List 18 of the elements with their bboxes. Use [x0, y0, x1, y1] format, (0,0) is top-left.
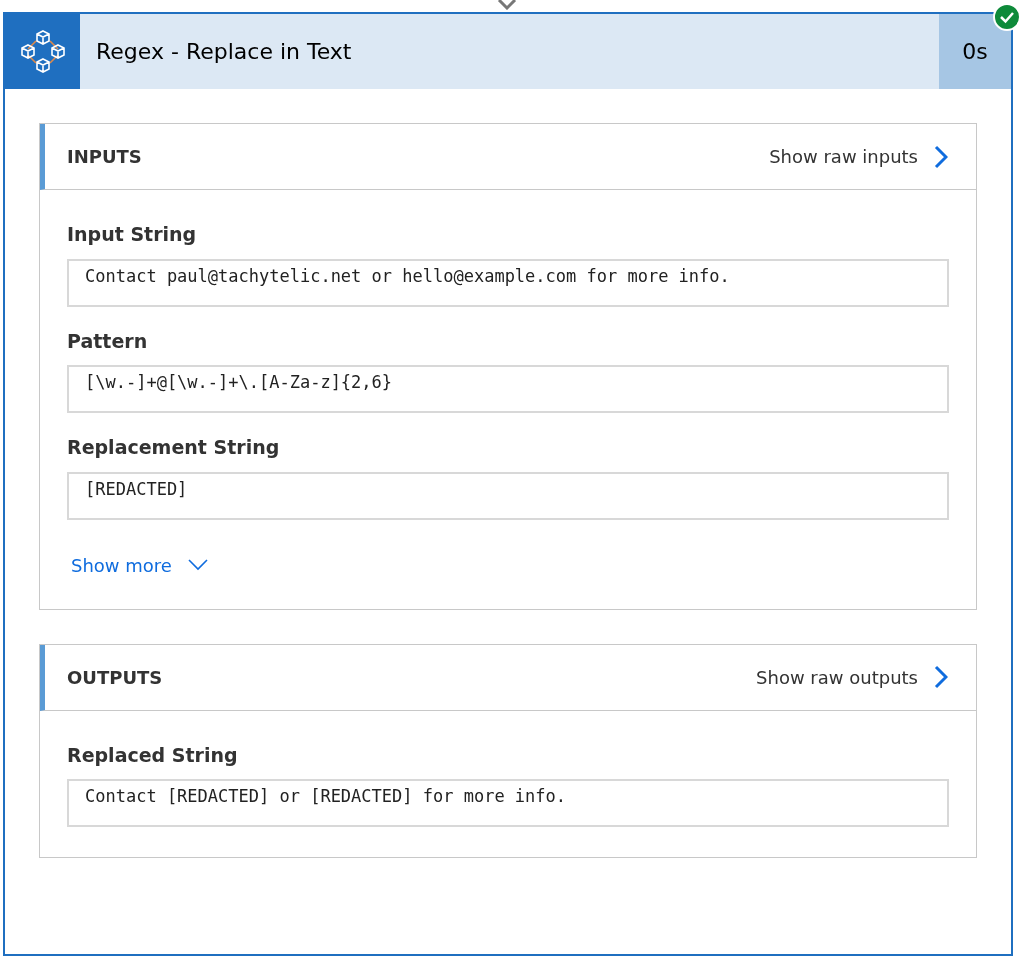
value-box: Contact [REDACTED] or [REDACTED] for more info. [67, 779, 949, 827]
field-label: Replaced String [67, 742, 239, 768]
field-label: Replacement String [67, 435, 281, 460]
value-box: [\w.-]+@[\w.-]+\.[A-Za-z]{2,6} [67, 365, 949, 413]
duration-tile: 0s [939, 14, 1011, 89]
chevron-right-icon [934, 144, 948, 169]
show-more-link[interactable]: Show more [71, 551, 208, 579]
value-box: Contact paul@tachytelic.net or hello@example.com for more info. [67, 258, 949, 307]
field-label: Input String [67, 222, 198, 247]
value-box: [REDACTED] [67, 471, 949, 520]
chevron-right-icon [934, 665, 948, 689]
show-raw-link[interactable]: Show raw inputs [769, 143, 948, 170]
field-label: Pattern [67, 328, 149, 354]
show-raw-link[interactable]: Show raw outputs [756, 663, 948, 691]
action-title: Regex - Replace in Text [96, 38, 352, 66]
section-title: INPUTS [67, 145, 142, 169]
section-title: OUTPUTS [67, 665, 163, 690]
chevron-down-icon [187, 559, 208, 571]
